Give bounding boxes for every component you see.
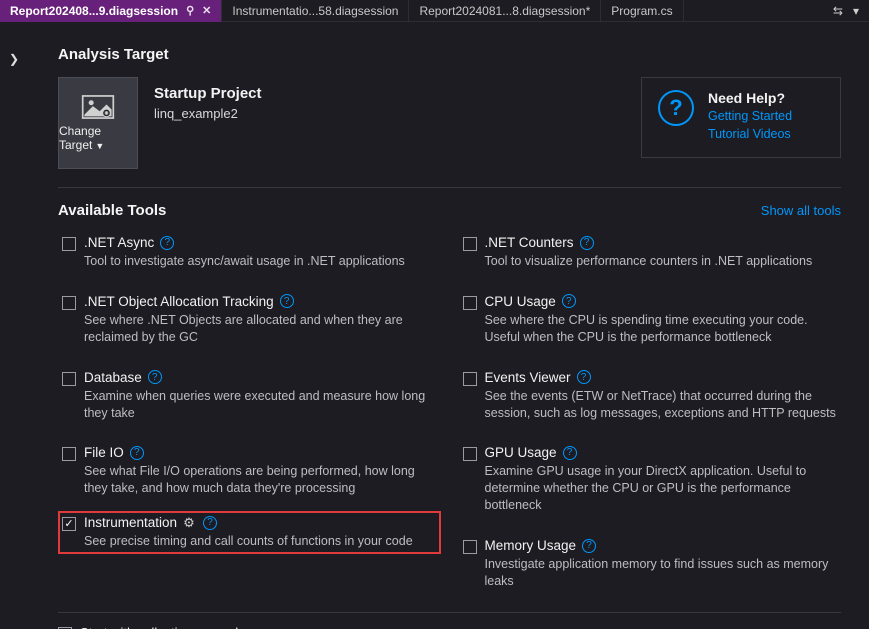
info-icon[interactable]: ?: [582, 539, 596, 553]
gear-icon[interactable]: ⚙: [183, 516, 197, 530]
getting-started-link[interactable]: Getting Started: [708, 108, 792, 126]
collection-paused-label: Start with collection paused: [80, 625, 238, 629]
tool-name: File IO: [84, 445, 124, 460]
tab-label: Report2024081...8.diagsession*: [419, 4, 590, 18]
collection-paused-row: Start with collection paused: [58, 625, 841, 629]
checkbox-memory-usage[interactable]: [463, 540, 477, 554]
tool-name: Database: [84, 370, 142, 385]
target-image-icon: [81, 94, 115, 120]
tab-label: Instrumentatio...58.diagsession: [232, 4, 398, 18]
pin-icon[interactable]: ⚲: [186, 4, 194, 17]
tab-overflow-controls: ⇆ ▾: [833, 4, 869, 18]
chevron-down-icon: ▼: [95, 141, 104, 151]
tab-report-active[interactable]: Report202408...9.diagsession ⚲ ✕: [0, 0, 222, 22]
analysis-target-heading: Analysis Target: [58, 46, 841, 63]
help-card: ? Need Help? Getting Started Tutorial Vi…: [641, 77, 841, 158]
info-icon[interactable]: ?: [563, 446, 577, 460]
tool-file-io: File IO ? See what File I/O operations a…: [58, 441, 441, 501]
tool-desc: See precise timing and call counts of fu…: [84, 533, 437, 550]
tool-name: Instrumentation: [84, 515, 177, 530]
tool-desc: Examine when queries were executed and m…: [84, 388, 437, 422]
change-target-button[interactable]: Change Target▼: [58, 77, 138, 169]
close-icon[interactable]: ✕: [202, 4, 211, 17]
tool-desc: See where the CPU is spending time execu…: [485, 312, 838, 346]
tool-desc: Investigate application memory to find i…: [485, 556, 838, 590]
checkbox-cpu-usage[interactable]: [463, 296, 477, 310]
tool-name: .NET Counters: [485, 235, 574, 250]
left-gutter: ❯: [0, 22, 28, 629]
tool-events-viewer: Events Viewer ? See the events (ETW or N…: [459, 366, 842, 426]
tool-name: .NET Object Allocation Tracking: [84, 294, 274, 309]
tool-instrumentation: Instrumentation ⚙ ? See precise timing a…: [58, 511, 441, 554]
checkbox-gpu-usage[interactable]: [463, 447, 477, 461]
tutorial-videos-link[interactable]: Tutorial Videos: [708, 126, 792, 144]
tool-database: Database ? Examine when queries were exe…: [58, 366, 441, 426]
help-title: Need Help?: [708, 90, 792, 106]
tools-grid: .NET Async ? Tool to investigate async/a…: [58, 231, 841, 594]
divider: [58, 612, 841, 613]
tool-net-async: .NET Async ? Tool to investigate async/a…: [58, 231, 441, 274]
checkbox-events-viewer[interactable]: [463, 372, 477, 386]
checkbox-net-counters[interactable]: [463, 237, 477, 251]
tool-name: GPU Usage: [485, 445, 557, 460]
tab-report-2[interactable]: Report2024081...8.diagsession*: [409, 0, 601, 22]
show-all-tools-link[interactable]: Show all tools: [761, 203, 841, 218]
checkbox-file-io[interactable]: [62, 447, 76, 461]
tool-desc: See the events (ETW or NetTrace) that oc…: [485, 388, 838, 422]
tool-name: Memory Usage: [485, 538, 577, 553]
tool-gpu-usage: GPU Usage ? Examine GPU usage in your Di…: [459, 441, 842, 518]
tool-name: Events Viewer: [485, 370, 571, 385]
startup-project-label: Startup Project: [154, 85, 262, 102]
checkbox-net-async[interactable]: [62, 237, 76, 251]
target-info: Startup Project linq_example2: [154, 77, 262, 121]
checkbox-database[interactable]: [62, 372, 76, 386]
project-name: linq_example2: [154, 106, 262, 121]
help-icon: ?: [658, 90, 694, 126]
tab-menu-icon[interactable]: ⇆: [833, 4, 843, 18]
info-icon[interactable]: ?: [280, 294, 294, 308]
tool-name: CPU Usage: [485, 294, 556, 309]
info-icon[interactable]: ?: [130, 446, 144, 460]
info-icon[interactable]: ?: [562, 294, 576, 308]
info-icon[interactable]: ?: [160, 236, 174, 250]
tool-desc: See where .NET Objects are allocated and…: [84, 312, 437, 346]
tab-instrumentation[interactable]: Instrumentatio...58.diagsession: [222, 0, 409, 22]
tool-name: .NET Async: [84, 235, 154, 250]
info-icon[interactable]: ?: [580, 236, 594, 250]
tab-program-cs[interactable]: Program.cs: [601, 0, 683, 22]
tool-memory-usage: Memory Usage ? Investigate application m…: [459, 534, 842, 594]
checkbox-instrumentation[interactable]: [62, 517, 76, 531]
divider: [58, 187, 841, 188]
tab-label: Program.cs: [611, 4, 672, 18]
tool-net-counters: .NET Counters ? Tool to visualize perfor…: [459, 231, 842, 274]
tool-cpu-usage: CPU Usage ? See where the CPU is spendin…: [459, 290, 842, 350]
info-icon[interactable]: ?: [203, 516, 217, 530]
tab-dropdown-icon[interactable]: ▾: [853, 4, 859, 18]
expand-icon[interactable]: ❯: [0, 52, 28, 66]
tool-object-allocation: .NET Object Allocation Tracking ? See wh…: [58, 290, 441, 350]
tab-label: Report202408...9.diagsession: [10, 4, 178, 18]
available-tools-heading: Available Tools: [58, 202, 166, 219]
tool-desc: See what File I/O operations are being p…: [84, 463, 437, 497]
tab-bar: Report202408...9.diagsession ⚲ ✕ Instrum…: [0, 0, 869, 22]
tool-desc: Tool to investigate async/await usage in…: [84, 253, 437, 270]
tool-desc: Examine GPU usage in your DirectX applic…: [485, 463, 838, 514]
info-icon[interactable]: ?: [148, 370, 162, 384]
checkbox-object-allocation[interactable]: [62, 296, 76, 310]
info-icon[interactable]: ?: [577, 370, 591, 384]
tool-desc: Tool to visualize performance counters i…: [485, 253, 838, 270]
